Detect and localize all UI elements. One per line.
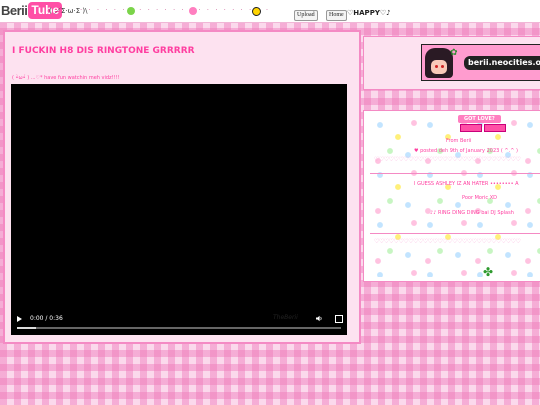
comment-button[interactable] <box>484 124 506 132</box>
comment-text: Poor Moric XD <box>462 195 498 201</box>
comment-text: I GUESS ASHLEY IZ AN HATER •••••••• A <box>414 181 519 187</box>
clover-icon: ✿ <box>450 48 458 58</box>
neocities-banner[interactable]: ✿ berii.neocities.org <box>421 44 540 81</box>
hearts-divider: ♡♡♡♡♡♡♡♡♡♡♡♡♡♡♡♡♡♡♡♡♡♡♡♡♡♡♡♡♡♡ <box>374 156 521 163</box>
banner-url: berii.neocities.org <box>464 56 540 70</box>
comment-date-text: posted deh 9th of January 2023 ( ^.^ ) <box>420 148 518 154</box>
divider <box>370 173 540 174</box>
comment-button[interactable] <box>460 124 482 132</box>
happy-label: HAPPY <box>353 9 380 17</box>
video-watermark: TheBerii <box>273 314 298 321</box>
avatar-eye <box>435 65 438 68</box>
player-controls: 0:00 / 0:36 TheBerii <box>11 309 347 335</box>
video-title: I FUCKIN H8 DIS RINGTONE GRRRRR <box>12 46 195 56</box>
comments-panel: GOT LOVE? From Berii ♥ posted deh 9th of… <box>363 110 540 282</box>
pink-smiley-icon <box>189 7 197 15</box>
progress-bar[interactable] <box>17 327 341 329</box>
decorative-dots: · · · · · · · · · · · · · · · · · · · · … <box>80 6 271 14</box>
comments-content: GOT LOVE? From Berii ♥ posted deh 9th of… <box>370 115 540 279</box>
upload-button[interactable]: Upload <box>294 10 318 21</box>
four-leaf-clover-icon: ✤ <box>483 265 494 279</box>
comment-author: From Berii <box>446 138 472 144</box>
avatar-eye <box>441 65 444 68</box>
play-icon[interactable] <box>17 316 22 322</box>
green-smiley-icon <box>127 7 135 15</box>
comment-text-line: RING DING DING bai DJ Splash <box>437 210 514 216</box>
divider <box>370 233 540 234</box>
avatar-face <box>431 60 447 74</box>
time-display: 0:00 / 0:36 <box>30 315 63 322</box>
comments-header: GOT LOVE? <box>458 115 501 123</box>
happy-text: ♡HAPPY♡♪ <box>347 9 391 17</box>
yellow-smiley-icon <box>252 7 261 16</box>
avatar <box>425 48 453 78</box>
home-button[interactable]: Home <box>326 10 347 21</box>
volume-icon[interactable] <box>316 315 323 322</box>
hearts-divider: ♡♡♡♡♡♡♡♡♡♡♡♡♡♡♡♡♡♡♡♡♡♡♡♡♡♡♡♡♡♡ <box>374 238 521 245</box>
progress-fill <box>17 327 37 329</box>
video-subtitle: ( •̀ω•́ ) ...♡* have fun watchin meh vid… <box>12 75 120 81</box>
fullscreen-icon[interactable] <box>335 315 343 323</box>
top-bar: Berii Tube ( ／Σ·ω·Σ )\ · · · · · · · · ·… <box>0 0 540 23</box>
video-player[interactable]: 0:00 / 0:36 TheBerii <box>11 84 347 335</box>
comment-date: ♥ posted deh 9th of January 2023 ( ^.^ ) <box>414 148 518 154</box>
video-panel: I FUCKIN H8 DIS RINGTONE GRRRRR ( •̀ω•́ … <box>3 30 361 344</box>
banner-box: ✿ berii.neocities.org <box>363 36 540 90</box>
logo-text-berii: Berii <box>1 3 28 18</box>
comment-text: ♪♪ RING DING DING bai DJ Splash <box>430 210 514 216</box>
